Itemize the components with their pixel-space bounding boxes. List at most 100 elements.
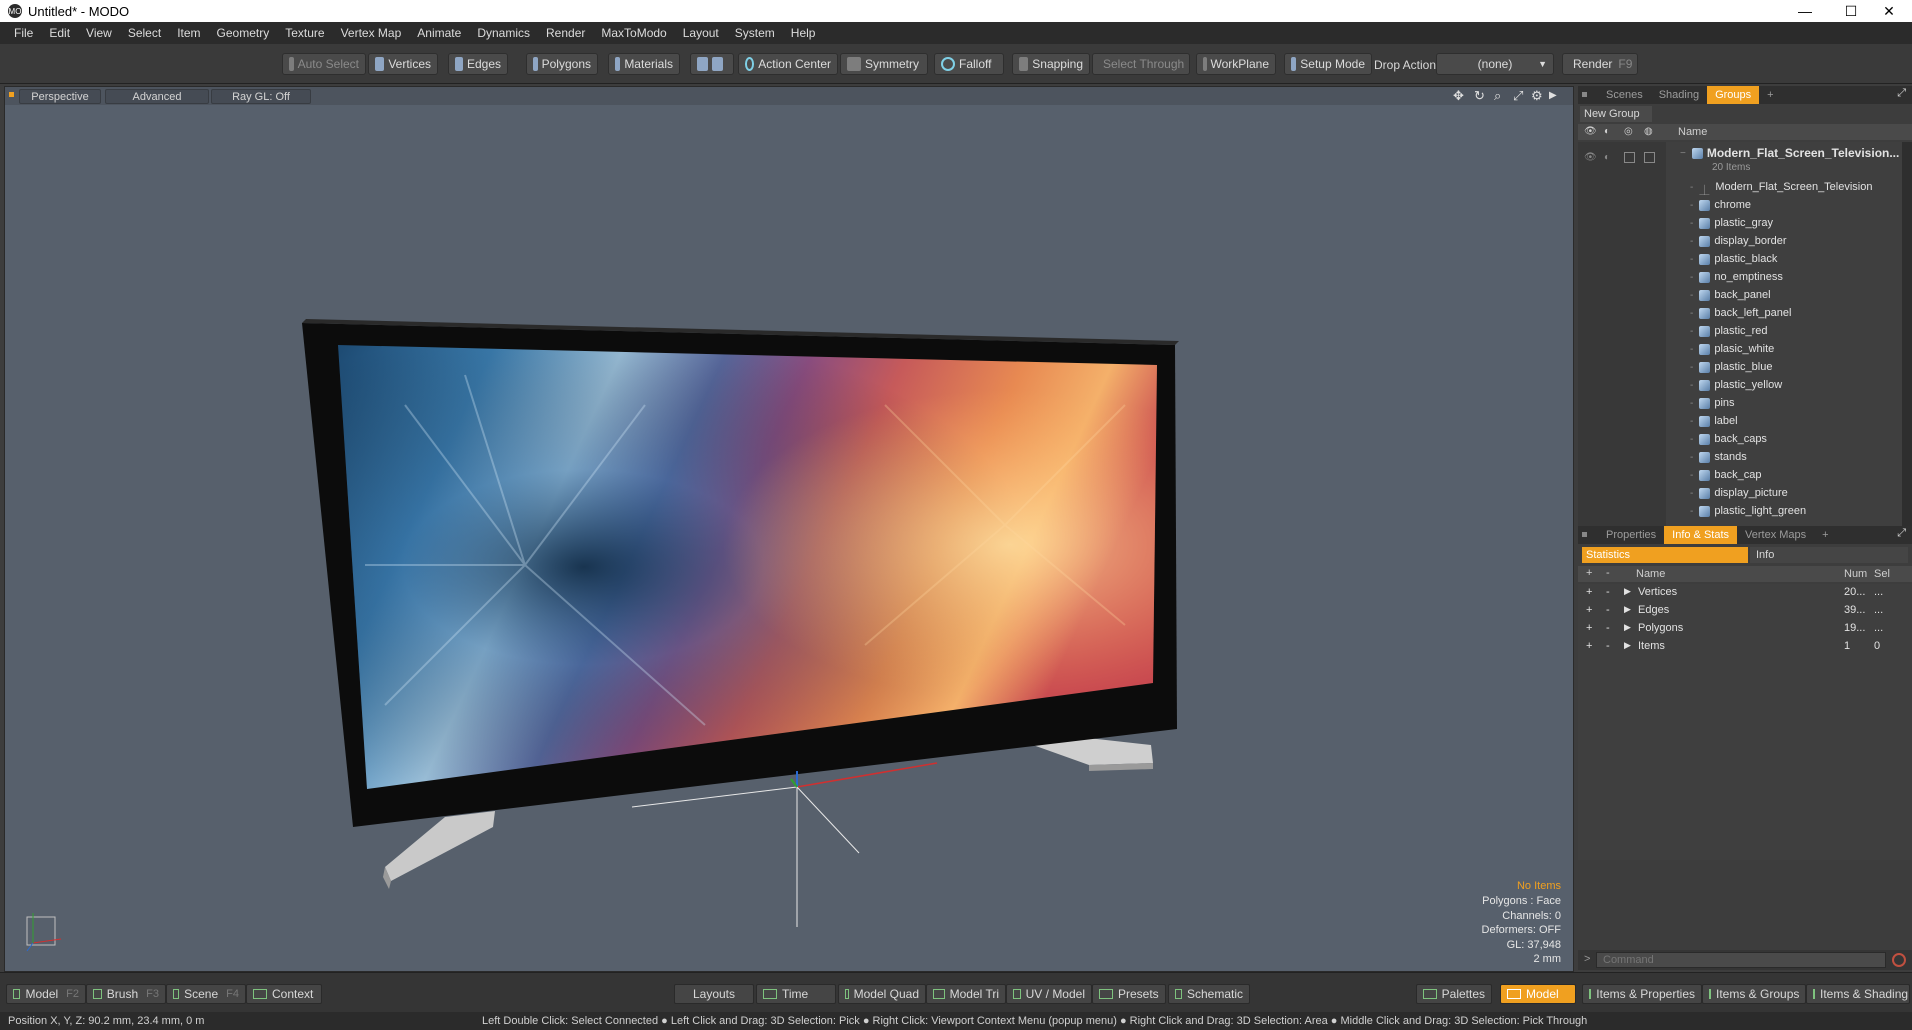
- snapping-button[interactable]: Snapping: [1012, 53, 1090, 75]
- new-group-button[interactable]: New Group: [1580, 106, 1652, 122]
- tab-shading[interactable]: Shading: [1651, 86, 1707, 104]
- group-member-row[interactable]: - chrome: [1578, 196, 1902, 214]
- group-member-row[interactable]: - plastic_blue: [1578, 358, 1902, 376]
- drop-action-select[interactable]: (none) ▼: [1436, 53, 1554, 75]
- group-member-row[interactable]: - plastic_light_green: [1578, 502, 1902, 520]
- layouts-button[interactable]: Layouts: [674, 984, 754, 1004]
- stats-row-edges[interactable]: + - ▶ Edges 39... ...: [1578, 602, 1912, 620]
- rotate-view-icon[interactable]: ↻: [1474, 88, 1485, 104]
- view-type-button[interactable]: Perspective: [19, 89, 101, 104]
- stats-row-polygons[interactable]: + - ▶ Polygons 19... ...: [1578, 620, 1912, 638]
- items-groups-button[interactable]: Items & Groups: [1702, 984, 1806, 1004]
- auto-select-button[interactable]: Auto Select: [282, 53, 366, 75]
- group-member-row[interactable]: - back_caps: [1578, 430, 1902, 448]
- menu-dynamics[interactable]: Dynamics: [469, 22, 538, 44]
- model-tri-button[interactable]: Model Tri: [926, 984, 1006, 1004]
- setup-mode-button[interactable]: Setup Mode: [1284, 53, 1372, 75]
- model-quad-button[interactable]: Model Quad: [838, 984, 926, 1004]
- menu-edit[interactable]: Edit: [41, 22, 78, 44]
- menu-render[interactable]: Render: [538, 22, 593, 44]
- panel-expand-icon[interactable]: ⤢: [1897, 527, 1906, 540]
- schematic-button[interactable]: Schematic: [1168, 984, 1250, 1004]
- menu-help[interactable]: Help: [783, 22, 824, 44]
- action-center-button[interactable]: Action Center: [738, 53, 838, 75]
- panel-expand-icon[interactable]: ⤢: [1897, 87, 1906, 100]
- group-member-row[interactable]: - label: [1578, 412, 1902, 430]
- statistics-subtab[interactable]: Statistics: [1582, 547, 1748, 563]
- menu-select[interactable]: Select: [120, 22, 169, 44]
- materials-button[interactable]: Materials: [608, 53, 680, 75]
- group-member-row[interactable]: - stands: [1578, 448, 1902, 466]
- group-root-row[interactable]: − Modern_Flat_Screen_Television...: [1578, 144, 1902, 162]
- group-member-row[interactable]: - plastic_black: [1578, 250, 1902, 268]
- brush-layout-button[interactable]: Brush F3: [86, 984, 166, 1004]
- group-member-row[interactable]: - back_left_panel: [1578, 304, 1902, 322]
- shading-mode-button[interactable]: Advanced: [105, 89, 209, 104]
- menu-file[interactable]: File: [6, 22, 41, 44]
- menu-view[interactable]: View: [78, 22, 120, 44]
- scene-layout-button[interactable]: Scene F4: [166, 984, 246, 1004]
- group-member-row[interactable]: - back_panel: [1578, 286, 1902, 304]
- close-button[interactable]: ✕: [1866, 0, 1912, 22]
- group-member-row[interactable]: - plastic_gray: [1578, 214, 1902, 232]
- falloff-button[interactable]: Falloff: [934, 53, 1004, 75]
- row-collapse-icon[interactable]: -: [1606, 604, 1610, 616]
- palettes-button[interactable]: Palettes: [1416, 984, 1492, 1004]
- render-button[interactable]: Render F9: [1562, 53, 1638, 75]
- info-subtab[interactable]: Info: [1750, 547, 1908, 563]
- tree-arrow-icon[interactable]: ▶: [1624, 586, 1631, 597]
- row-expand-icon[interactable]: +: [1586, 640, 1592, 652]
- row-expand-icon[interactable]: +: [1586, 622, 1592, 634]
- menu-system[interactable]: System: [727, 22, 783, 44]
- group-member-row[interactable]: - plastic_yellow: [1578, 376, 1902, 394]
- component-filter-buttons[interactable]: [690, 53, 734, 75]
- viewport-more-icon[interactable]: ▶: [1549, 90, 1557, 101]
- group-member-row[interactable]: - ⏊ Modern_Flat_Screen_Television: [1578, 178, 1902, 197]
- groups-scrollbar[interactable]: [1902, 142, 1912, 542]
- polygons-button[interactable]: Polygons: [526, 53, 598, 75]
- command-input[interactable]: [1596, 952, 1886, 968]
- stats-row-vertices[interactable]: + - ▶ Vertices 20... ...: [1578, 584, 1912, 602]
- tree-arrow-icon[interactable]: ▶: [1624, 604, 1631, 615]
- edges-button[interactable]: Edges: [448, 53, 508, 75]
- uv-model-button[interactable]: UV / Model: [1006, 984, 1092, 1004]
- row-collapse-icon[interactable]: -: [1606, 622, 1610, 634]
- menu-maxtomodo[interactable]: MaxToModo: [593, 22, 674, 44]
- 3d-viewport[interactable]: Perspective Advanced Ray GL: Off ✥ ↻ ⌕ ⤢…: [4, 86, 1574, 972]
- row-collapse-icon[interactable]: -: [1606, 586, 1610, 598]
- add-tab-icon[interactable]: +: [1814, 526, 1836, 544]
- tab-vertex-maps[interactable]: Vertex Maps: [1737, 526, 1814, 544]
- workplane-button[interactable]: WorkPlane: [1196, 53, 1276, 75]
- move-view-icon[interactable]: ✥: [1453, 88, 1464, 104]
- items-shading-button[interactable]: Items & Shading: [1806, 984, 1910, 1004]
- menu-texture[interactable]: Texture: [277, 22, 332, 44]
- minimize-button[interactable]: —: [1782, 0, 1828, 22]
- group-member-row[interactable]: - plasic_white: [1578, 340, 1902, 358]
- time-layout-button[interactable]: Time: [756, 984, 836, 1004]
- group-member-row[interactable]: - back_cap: [1578, 466, 1902, 484]
- tab-scenes[interactable]: Scenes: [1598, 86, 1651, 104]
- vertices-button[interactable]: Vertices: [368, 53, 438, 75]
- row-collapse-icon[interactable]: -: [1606, 640, 1610, 652]
- menu-layout[interactable]: Layout: [675, 22, 727, 44]
- row-expand-icon[interactable]: +: [1586, 586, 1592, 598]
- tab-info-stats[interactable]: Info & Stats: [1664, 526, 1738, 544]
- group-member-row[interactable]: - display_border: [1578, 232, 1902, 250]
- add-tab-icon[interactable]: +: [1759, 86, 1781, 104]
- collapse-icon[interactable]: −: [1680, 148, 1686, 159]
- zoom-view-icon[interactable]: ⌕: [1494, 88, 1501, 104]
- stats-row-items[interactable]: + - ▶ Items 1 0: [1578, 638, 1912, 656]
- menu-item[interactable]: Item: [169, 22, 208, 44]
- raygl-button[interactable]: Ray GL: Off: [211, 89, 311, 104]
- group-member-row[interactable]: - plastic_red: [1578, 322, 1902, 340]
- settings-gear-icon[interactable]: ⚙: [1531, 88, 1543, 104]
- row-expand-icon[interactable]: +: [1586, 604, 1592, 616]
- tree-arrow-icon[interactable]: ▶: [1624, 640, 1631, 651]
- model-active-button[interactable]: Model: [1500, 984, 1576, 1004]
- presets-button[interactable]: Presets: [1092, 984, 1166, 1004]
- panel-menu-icon[interactable]: [1582, 92, 1587, 97]
- expand-all-icon[interactable]: +: [1586, 567, 1592, 579]
- tab-properties[interactable]: Properties: [1598, 526, 1664, 544]
- menu-geometry[interactable]: Geometry: [209, 22, 278, 44]
- menu-animate[interactable]: Animate: [409, 22, 469, 44]
